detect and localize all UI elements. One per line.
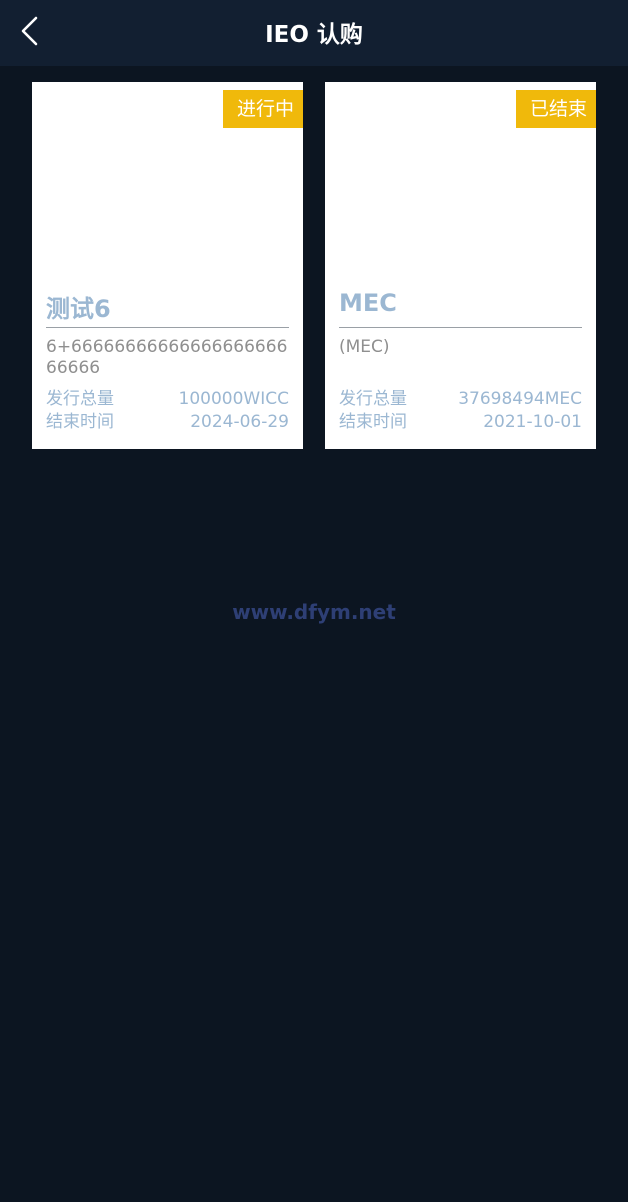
page-title: IEO 认购	[265, 22, 363, 48]
issue-amount-label: 发行总量	[46, 389, 114, 409]
end-time-value: 2024-06-29	[190, 412, 289, 432]
project-name: 测试6	[46, 295, 111, 323]
issue-amount-row: 发行总量 37698494MEC	[339, 388, 582, 410]
project-description: (MEC)	[339, 337, 390, 357]
issue-amount-value: 100000WICC	[178, 389, 289, 409]
end-time-value: 2021-10-01	[483, 412, 582, 432]
issue-amount-row: 发行总量 100000WICC	[46, 388, 289, 410]
ieo-project-card[interactable]: 进行中 测试6 6+6666666666666666666666666 发行总量…	[32, 82, 303, 449]
issue-amount-label: 发行总量	[339, 389, 407, 409]
end-time-label: 结束时间	[46, 412, 114, 432]
end-time-row: 结束时间 2021-10-01	[339, 411, 582, 433]
status-badge: 已结束	[515, 90, 596, 128]
status-badge: 进行中	[222, 90, 303, 128]
ieo-project-card[interactable]: 已结束 MEC (MEC) 发行总量 37698494MEC 结束时间 2021…	[325, 82, 596, 449]
project-name: MEC	[339, 289, 397, 317]
divider	[46, 327, 289, 328]
project-description: 6+6666666666666666666666666	[46, 337, 288, 378]
watermark: www.dfym.net	[232, 600, 396, 624]
divider	[339, 327, 582, 328]
end-time-label: 结束时间	[339, 412, 407, 432]
issue-amount-value: 37698494MEC	[458, 389, 582, 409]
top-nav-bar: IEO 认购	[0, 0, 628, 66]
end-time-row: 结束时间 2024-06-29	[46, 411, 289, 433]
